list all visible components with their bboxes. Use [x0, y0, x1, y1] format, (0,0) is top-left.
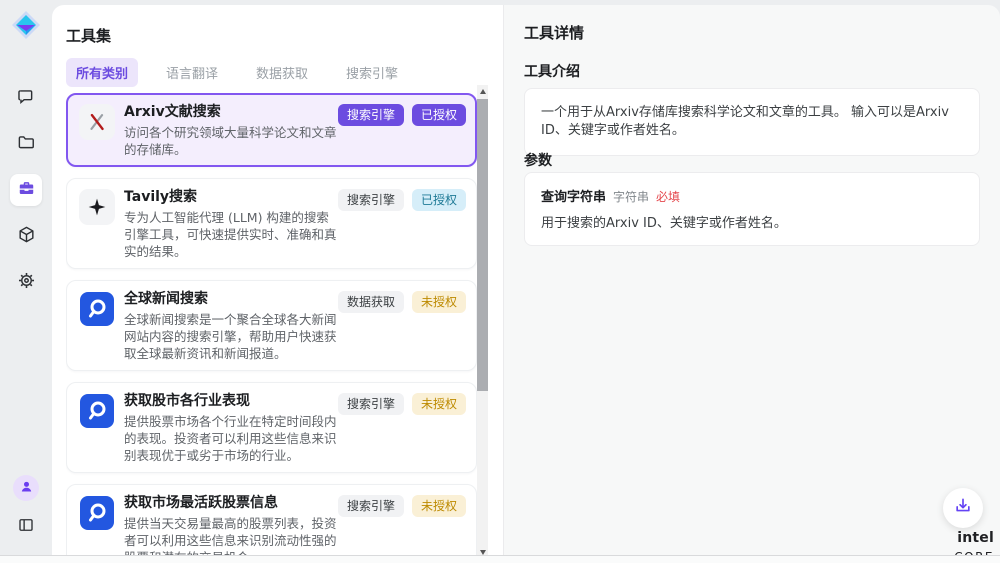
- toolbox-icon: [17, 179, 36, 202]
- tool-title: Arxiv文献搜索: [124, 102, 338, 122]
- category-badge: 搜索引擎: [338, 104, 404, 126]
- download-icon: [953, 496, 973, 520]
- intro-heading: 工具介绍: [524, 61, 580, 81]
- chat-icon: [17, 87, 36, 110]
- tool-title: 获取股市各行业表现: [124, 391, 338, 411]
- scroll-down-button[interactable]: [477, 546, 488, 555]
- param-description: 用于搜索的Arxiv ID、关键字或作者姓名。: [541, 212, 963, 231]
- scrollbar-thumb[interactable]: [477, 99, 488, 391]
- tool-card-selected[interactable]: Arxiv文献搜索 访问各个研究领域大量科学论文和文章的存储库。 搜索引擎 已授…: [66, 93, 477, 167]
- person-icon: [19, 479, 34, 498]
- tab-language-translation[interactable]: 语言翻译: [156, 58, 228, 87]
- sidebar-item-chat[interactable]: [10, 82, 42, 114]
- collapse-sidebar-button[interactable]: [10, 511, 42, 543]
- blue-search-icon: [79, 495, 115, 531]
- tool-card-item[interactable]: Tavily搜索 专为人工智能代理 (LLM) 构建的搜索引擎工具，可快速提供实…: [66, 178, 477, 269]
- intel-wordmark: intel: [957, 530, 994, 546]
- details-title: 工具详情: [524, 22, 584, 43]
- tab-search-engine[interactable]: 搜索引擎: [336, 58, 408, 87]
- window-bottom-edge: [0, 555, 1000, 563]
- sidebar-item-packages[interactable]: [10, 220, 42, 252]
- category-badge: 搜索引擎: [338, 189, 404, 211]
- tavily-star-icon: [79, 189, 115, 225]
- tool-description: 提供股票市场各个行业在特定时间段内的表现。投资者可以利用这些信息来识别表现优于或…: [124, 413, 338, 464]
- auth-status-badge: 未授权: [412, 291, 466, 313]
- sidebar-item-files[interactable]: [10, 128, 42, 160]
- param-required-flag: 必填: [656, 188, 680, 205]
- user-avatar[interactable]: [13, 475, 39, 501]
- auth-status-badge: 已授权: [412, 189, 466, 211]
- auth-status-badge: 已授权: [412, 104, 466, 126]
- tool-title: 获取市场最活跃股票信息: [124, 493, 338, 513]
- tool-list-scrollbar: [477, 85, 488, 555]
- auth-status-badge: 未授权: [412, 495, 466, 517]
- blue-search-icon: [79, 393, 115, 429]
- tool-description: 访问各个研究领域大量科学论文和文章的存储库。: [124, 124, 338, 158]
- cube-icon: [17, 225, 36, 248]
- param-card: 查询字符串 字符串 必填 用于搜索的Arxiv ID、关键字或作者姓名。: [524, 172, 980, 246]
- tool-card-item[interactable]: 获取股市各行业表现 提供股票市场各个行业在特定时间段内的表现。投资者可以利用这些…: [66, 382, 477, 473]
- tool-list: Arxiv文献搜索 访问各个研究领域大量科学论文和文章的存储库。 搜索引擎 已授…: [66, 93, 477, 555]
- param-type: 字符串: [613, 188, 649, 205]
- intro-card: 一个用于从Arxiv存储库搜索科学论文和文章的工具。 输入可以是Arxiv ID…: [524, 88, 980, 156]
- gear-icon: [17, 271, 36, 294]
- tool-title: Tavily搜索: [124, 187, 338, 207]
- tool-card-item[interactable]: 获取市场最活跃股票信息 提供当天交易量最高的股票列表，投资者可以利用这些信息来识…: [66, 484, 477, 555]
- tool-card-item[interactable]: 全球新闻搜索 全球新闻搜索是一个聚合全球各大新闻网站内容的搜索引擎，帮助用户快速…: [66, 280, 477, 371]
- page-title: 工具集: [66, 25, 111, 46]
- app-logo-icon: [11, 10, 41, 40]
- sidebar-item-toolbox[interactable]: [10, 174, 42, 206]
- blue-search-icon: [79, 291, 115, 327]
- tool-description: 提供当天交易量最高的股票列表，投资者可以利用这些信息来识别流动性强的股票和潜在的…: [124, 515, 338, 555]
- arrow-down-icon: [480, 550, 486, 555]
- panel-toggle-icon: [17, 516, 35, 538]
- arxiv-x-icon: [79, 104, 115, 140]
- category-tabs: 所有类别 语言翻译 数据获取 搜索引擎: [66, 58, 408, 87]
- sidebar: [0, 0, 52, 555]
- tool-description: 全球新闻搜索是一个聚合全球各大新闻网站内容的搜索引擎，帮助用户快速获取全球最新资…: [124, 311, 338, 362]
- tool-title: 全球新闻搜索: [124, 289, 338, 309]
- sidebar-item-settings[interactable]: [10, 266, 42, 298]
- arrow-up-icon: [480, 89, 486, 94]
- folder-icon: [17, 133, 36, 156]
- category-badge: 搜索引擎: [338, 495, 404, 517]
- tool-details-panel: 工具详情 工具介绍 一个用于从Arxiv存储库搜索科学论文和文章的工具。 输入可…: [503, 5, 1000, 555]
- category-badge: 数据获取: [338, 291, 404, 313]
- download-button[interactable]: [943, 488, 983, 528]
- tab-data-fetching[interactable]: 数据获取: [246, 58, 318, 87]
- tool-description: 专为人工智能代理 (LLM) 构建的搜索引擎工具，可快速提供实时、准确和真实的结…: [124, 209, 338, 260]
- tab-all-categories[interactable]: 所有类别: [66, 58, 138, 87]
- param-name: 查询字符串: [541, 186, 606, 205]
- scroll-up-button[interactable]: [477, 85, 488, 97]
- params-heading: 参数: [524, 150, 552, 170]
- auth-status-badge: 未授权: [412, 393, 466, 415]
- toolset-panel: 工具集 所有类别 语言翻译 数据获取 搜索引擎 Arxiv文献搜索 访问各个研究…: [52, 5, 503, 555]
- category-badge: 搜索引擎: [338, 393, 404, 415]
